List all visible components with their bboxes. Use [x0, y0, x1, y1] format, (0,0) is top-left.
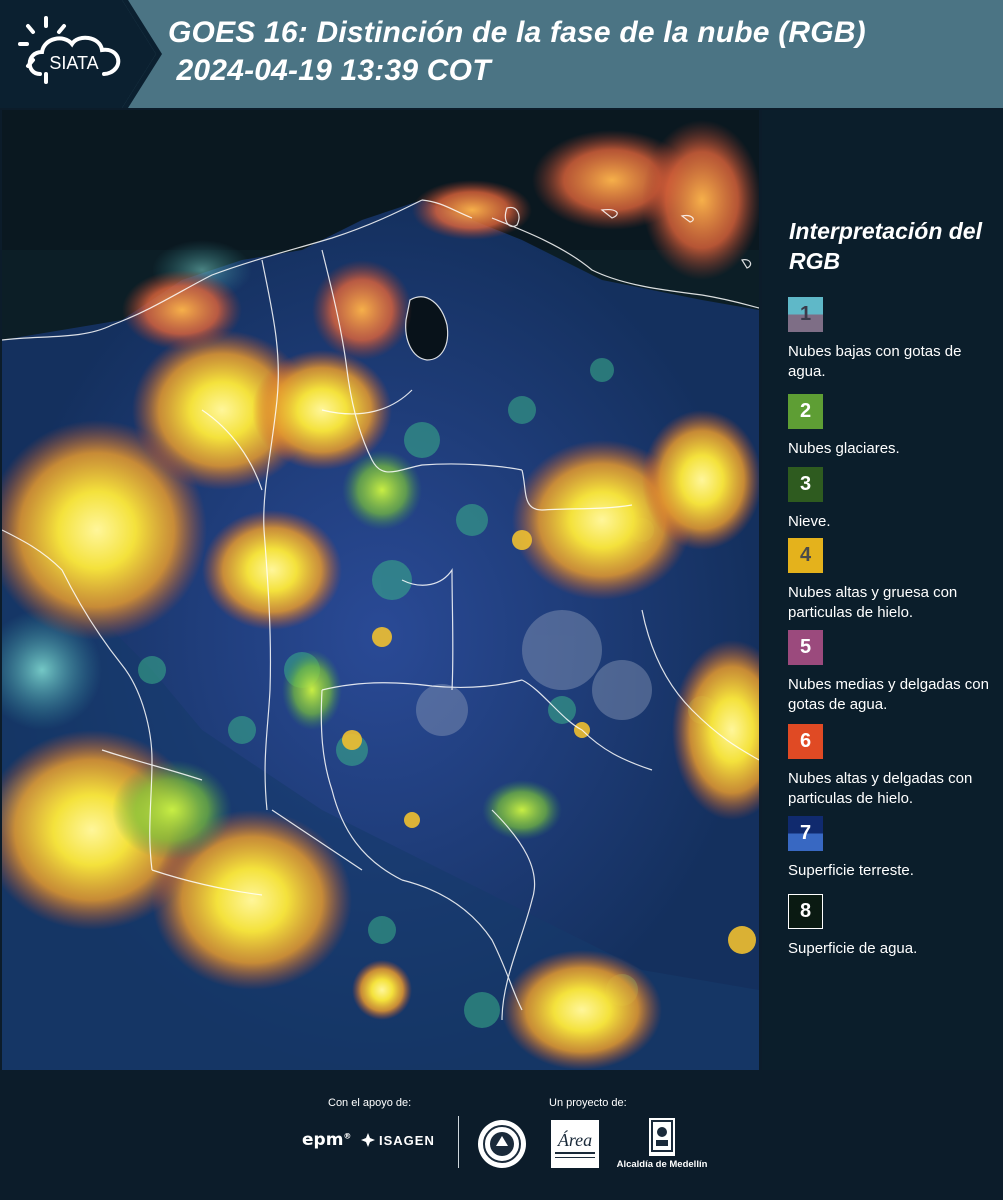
alcaldia-label: Alcaldía de Medellín [616, 1159, 708, 1170]
legend-swatch-2: 2 [788, 394, 823, 429]
isagen-icon [361, 1133, 375, 1147]
footer: Con el apoyo de: Un proyecto de: epm® IS… [0, 1070, 1003, 1200]
legend-swatch-5: 5 [788, 630, 823, 665]
legend-label-2: Nubes glaciares. [788, 440, 900, 457]
svg-text:Área: Área [557, 1129, 592, 1150]
legend-item-3: 3 Nieve. [788, 467, 1000, 532]
footer-divider [458, 1116, 459, 1168]
legend-swatch-3: 3 [788, 467, 823, 502]
medellin-shield-icon [649, 1118, 675, 1156]
legend-label-8: Superficie de agua. [788, 940, 918, 957]
legend-label-6: Nubes altas y delgadas con particulas de… [788, 770, 973, 807]
legend-label-4: Nubes altas y gruesa con particulas de h… [788, 584, 958, 621]
siata-logo[interactable]: SIATA [16, 14, 126, 94]
satellite-map[interactable] [2, 110, 759, 1070]
legend-label-7: Superficie terreste. [788, 862, 914, 879]
alcaldia-medellin-logo[interactable]: Alcaldía de Medellín [612, 1118, 712, 1170]
legend-item-6: 6 Nubes altas y delgadas con particulas … [788, 724, 1000, 809]
legend-label-1: Nubes bajas con gotas de agua. [788, 343, 962, 380]
legend-item-4: 4 Nubes altas y gruesa con particulas de… [788, 538, 1000, 623]
legend-label-5: Nubes medias y delgadas con gotas de agu… [788, 676, 989, 713]
isagen-logo[interactable]: ISAGEN [360, 1132, 435, 1148]
legend-item-7: 7 Superficie terreste. [788, 816, 1000, 881]
legend-title: Interpretación del RGB [789, 218, 982, 274]
legend-swatch-6: 6 [788, 724, 823, 759]
area-metropolitana-logo[interactable]: Área [551, 1120, 599, 1168]
legend-swatch-1: 1 [788, 297, 823, 332]
legend-swatch-7: 7 [788, 816, 823, 851]
epm-logo[interactable]: epm® [302, 1130, 351, 1150]
project-label: Un proyecto de: [549, 1097, 627, 1109]
legend-item-8: 8 Superficie de agua. [788, 894, 1000, 959]
legend-item-5: 5 Nubes medias y delgadas con gotas de a… [788, 630, 1000, 715]
legend-item-1: 1 Nubes bajas con gotas de agua. [788, 297, 1000, 382]
support-label: Con el apoyo de: [328, 1097, 412, 1109]
gobernacion-seal-icon[interactable] [478, 1120, 526, 1168]
satellite-image [2, 110, 759, 1070]
legend-swatch-8: 8 [788, 894, 823, 929]
legend-panel: Interpretación del RGB 1 Nubes bajas con… [762, 110, 1003, 1070]
logo-text: SIATA [49, 53, 98, 73]
legend-swatch-4: 4 [788, 538, 823, 573]
legend-item-2: 2 Nubes glaciares. [788, 394, 1000, 459]
legend-label-3: Nieve. [788, 513, 831, 530]
page-title: GOES 16: Distinción de la fase de la nub… [168, 16, 866, 87]
